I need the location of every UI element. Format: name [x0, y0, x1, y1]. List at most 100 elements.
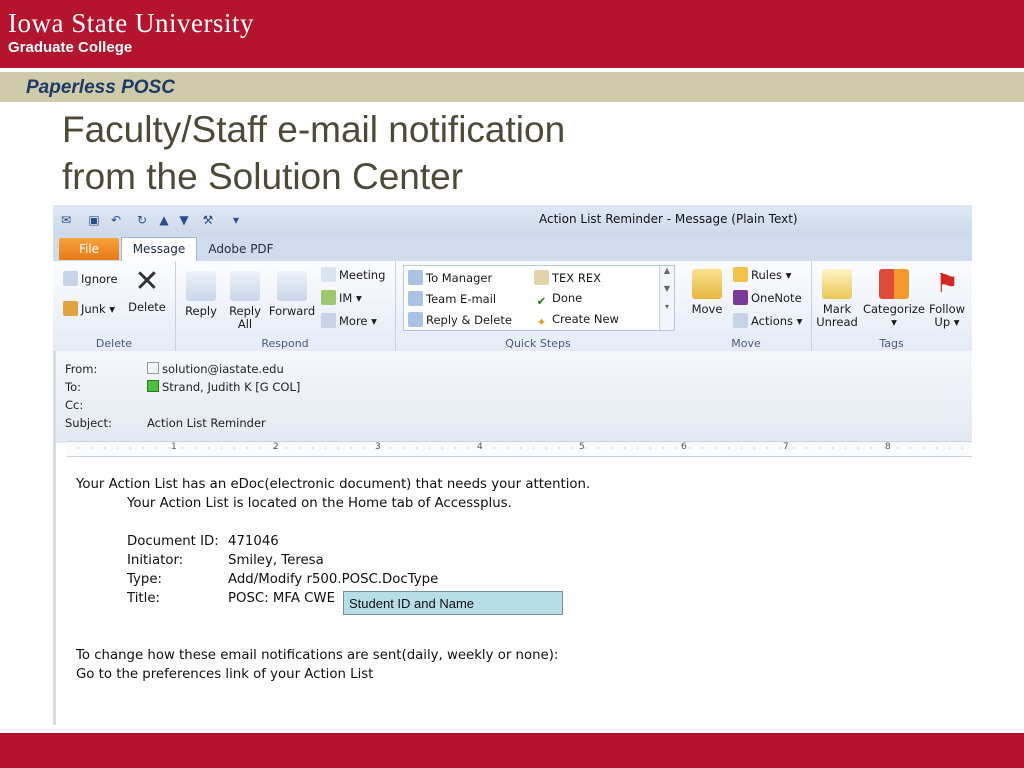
to-manager-button[interactable]: To Manager [408, 270, 492, 285]
reply-all-button[interactable]: Reply All [223, 271, 267, 331]
customize-qat-icon[interactable]: ▾ [229, 213, 243, 227]
quick-access-toolbar: ✉ ▣ ↶ ↻ ▲ ▼ ⚒ ▾ Action List Reminder - M… [53, 205, 972, 235]
ruler-tick: · [415, 444, 418, 453]
delete-group: Ignore Junk ▾ ✕ Delete Delete [53, 261, 176, 351]
redo-icon[interactable]: ↻ [135, 213, 149, 227]
to-label: To: [65, 380, 81, 394]
ruler-tick: · [246, 444, 249, 453]
tags-group: Mark Unread Categorize ▾ ⚑ Follow Up ▾ T… [811, 261, 972, 351]
ruler-tick: · [883, 444, 886, 453]
follow-up-button[interactable]: ⚑ Follow Up ▾ [927, 269, 967, 329]
forward-button[interactable]: Forward [267, 271, 317, 318]
ruler-tick: · [870, 444, 873, 453]
respond-group-label: Respond [261, 337, 309, 350]
tab-message[interactable]: Message [121, 237, 197, 262]
type-label: Type: [127, 572, 163, 587]
ruler-tick: · [662, 444, 665, 453]
ruler-tick: · [649, 444, 652, 453]
create-new-button[interactable]: ✦ Create New [534, 312, 619, 330]
actions-button[interactable]: Actions ▾ [733, 313, 802, 328]
im-button[interactable]: IM ▾ [321, 290, 362, 305]
undo-icon[interactable]: ↶ [109, 213, 123, 227]
ruler-tick: · [818, 444, 821, 453]
doc-id-label: Document ID: [127, 534, 219, 549]
ruler-tick: · [792, 444, 795, 453]
tools-icon[interactable]: ⚒ [201, 213, 215, 227]
move-button[interactable]: Move [685, 269, 729, 316]
actions-icon [733, 313, 748, 328]
pref-line1: To change how these email notifications … [76, 648, 559, 663]
reply-delete-button[interactable]: Reply & Delete [408, 312, 512, 327]
ruler-tick: · [519, 444, 522, 453]
tex-rex-button[interactable]: TEX REX [534, 270, 601, 285]
page-title-line1: Faculty/Staff e-mail notification [62, 109, 566, 150]
ruler-tick: · [233, 444, 236, 453]
ruler-tick: · [571, 444, 574, 453]
ruler-tick: · [805, 444, 808, 453]
ruler-tick: · [77, 444, 80, 453]
ruler-tick: · [194, 444, 197, 453]
from-value[interactable]: solution@iastate.edu [147, 362, 284, 376]
ignore-button[interactable]: Ignore [63, 271, 118, 286]
delete-button[interactable]: ✕ Delete [125, 267, 169, 314]
up-arrow-icon[interactable]: ▲ [157, 213, 171, 227]
reply-all-icon [230, 271, 260, 301]
ruler-tick: · [337, 444, 340, 453]
ruler-tick: · [285, 444, 288, 453]
type-value: Add/Modify r500.POSC.DocType [228, 572, 439, 587]
meeting-button[interactable]: Meeting [321, 267, 385, 282]
ruler-tick: · [480, 444, 483, 453]
sparkle-icon: ✦ [536, 315, 547, 329]
ruler-mark: 8 [885, 442, 891, 452]
mark-unread-button[interactable]: Mark Unread [815, 269, 859, 329]
contact-status-icon [147, 362, 159, 374]
im-icon [321, 290, 336, 305]
presence-icon [147, 380, 159, 392]
ruler-tick: · [896, 444, 899, 453]
mail-icon: ✉ [60, 213, 72, 227]
ruler-tick: · [90, 444, 93, 453]
tab-file[interactable]: File [59, 238, 119, 260]
move-group: Move Rules ▾ OneNote Actions ▾ Move [681, 261, 812, 351]
ruler-tick: · [532, 444, 535, 453]
quicksteps-group-label: Quick Steps [505, 337, 571, 350]
ribbon-tabs: File Message Adobe PDF [53, 235, 972, 262]
reply-button[interactable]: Reply [179, 271, 223, 318]
body-line2: Your Action List is located on the Home … [127, 496, 512, 511]
ruler-tick: · [103, 444, 106, 453]
to-value[interactable]: Strand, Judith K [G COL] [147, 380, 300, 394]
rules-button[interactable]: Rules ▾ [733, 267, 791, 282]
more-button[interactable]: More ▾ [321, 313, 377, 328]
onenote-button[interactable]: OneNote [733, 290, 802, 305]
done-button[interactable]: ✔ Done [534, 291, 583, 309]
reply-icon [186, 271, 216, 301]
flag-icon: ⚑ [935, 269, 959, 299]
ruler-tick: · [584, 444, 587, 453]
ruler-tick: · [675, 444, 678, 453]
ruler-tick: · [363, 444, 366, 453]
down-arrow-icon[interactable]: ▼ [177, 213, 191, 227]
ruler-tick: · [493, 444, 496, 453]
header-bar: Iowa State University Graduate College [0, 0, 1024, 68]
ruler-tick: · [376, 444, 379, 453]
more-icon [321, 313, 336, 328]
quicksteps-scroll[interactable]: ▲ ▼ ▾ [659, 266, 674, 330]
subject-label: Subject: [65, 416, 112, 430]
ruler-tick: · [298, 444, 301, 453]
cc-label: Cc: [65, 398, 84, 412]
tab-adobe-pdf[interactable]: Adobe PDF [205, 238, 277, 260]
delete-group-label: Delete [95, 337, 133, 350]
ruler-tick: · [350, 444, 353, 453]
save-icon[interactable]: ▣ [87, 213, 101, 227]
university-name: Iowa State University [8, 8, 254, 38]
ruler-tick: · [610, 444, 613, 453]
from-label: From: [65, 362, 98, 376]
team-email-button[interactable]: Team E-mail [408, 291, 496, 306]
ruler-tick: · [909, 444, 912, 453]
junk-button[interactable]: Junk ▾ [63, 301, 115, 316]
ruler-tick: · [129, 444, 132, 453]
categorize-button[interactable]: Categorize ▾ [861, 269, 927, 329]
categorize-icon [879, 269, 909, 299]
ruler-tick: · [948, 444, 951, 453]
ruler-tick: · [831, 444, 834, 453]
